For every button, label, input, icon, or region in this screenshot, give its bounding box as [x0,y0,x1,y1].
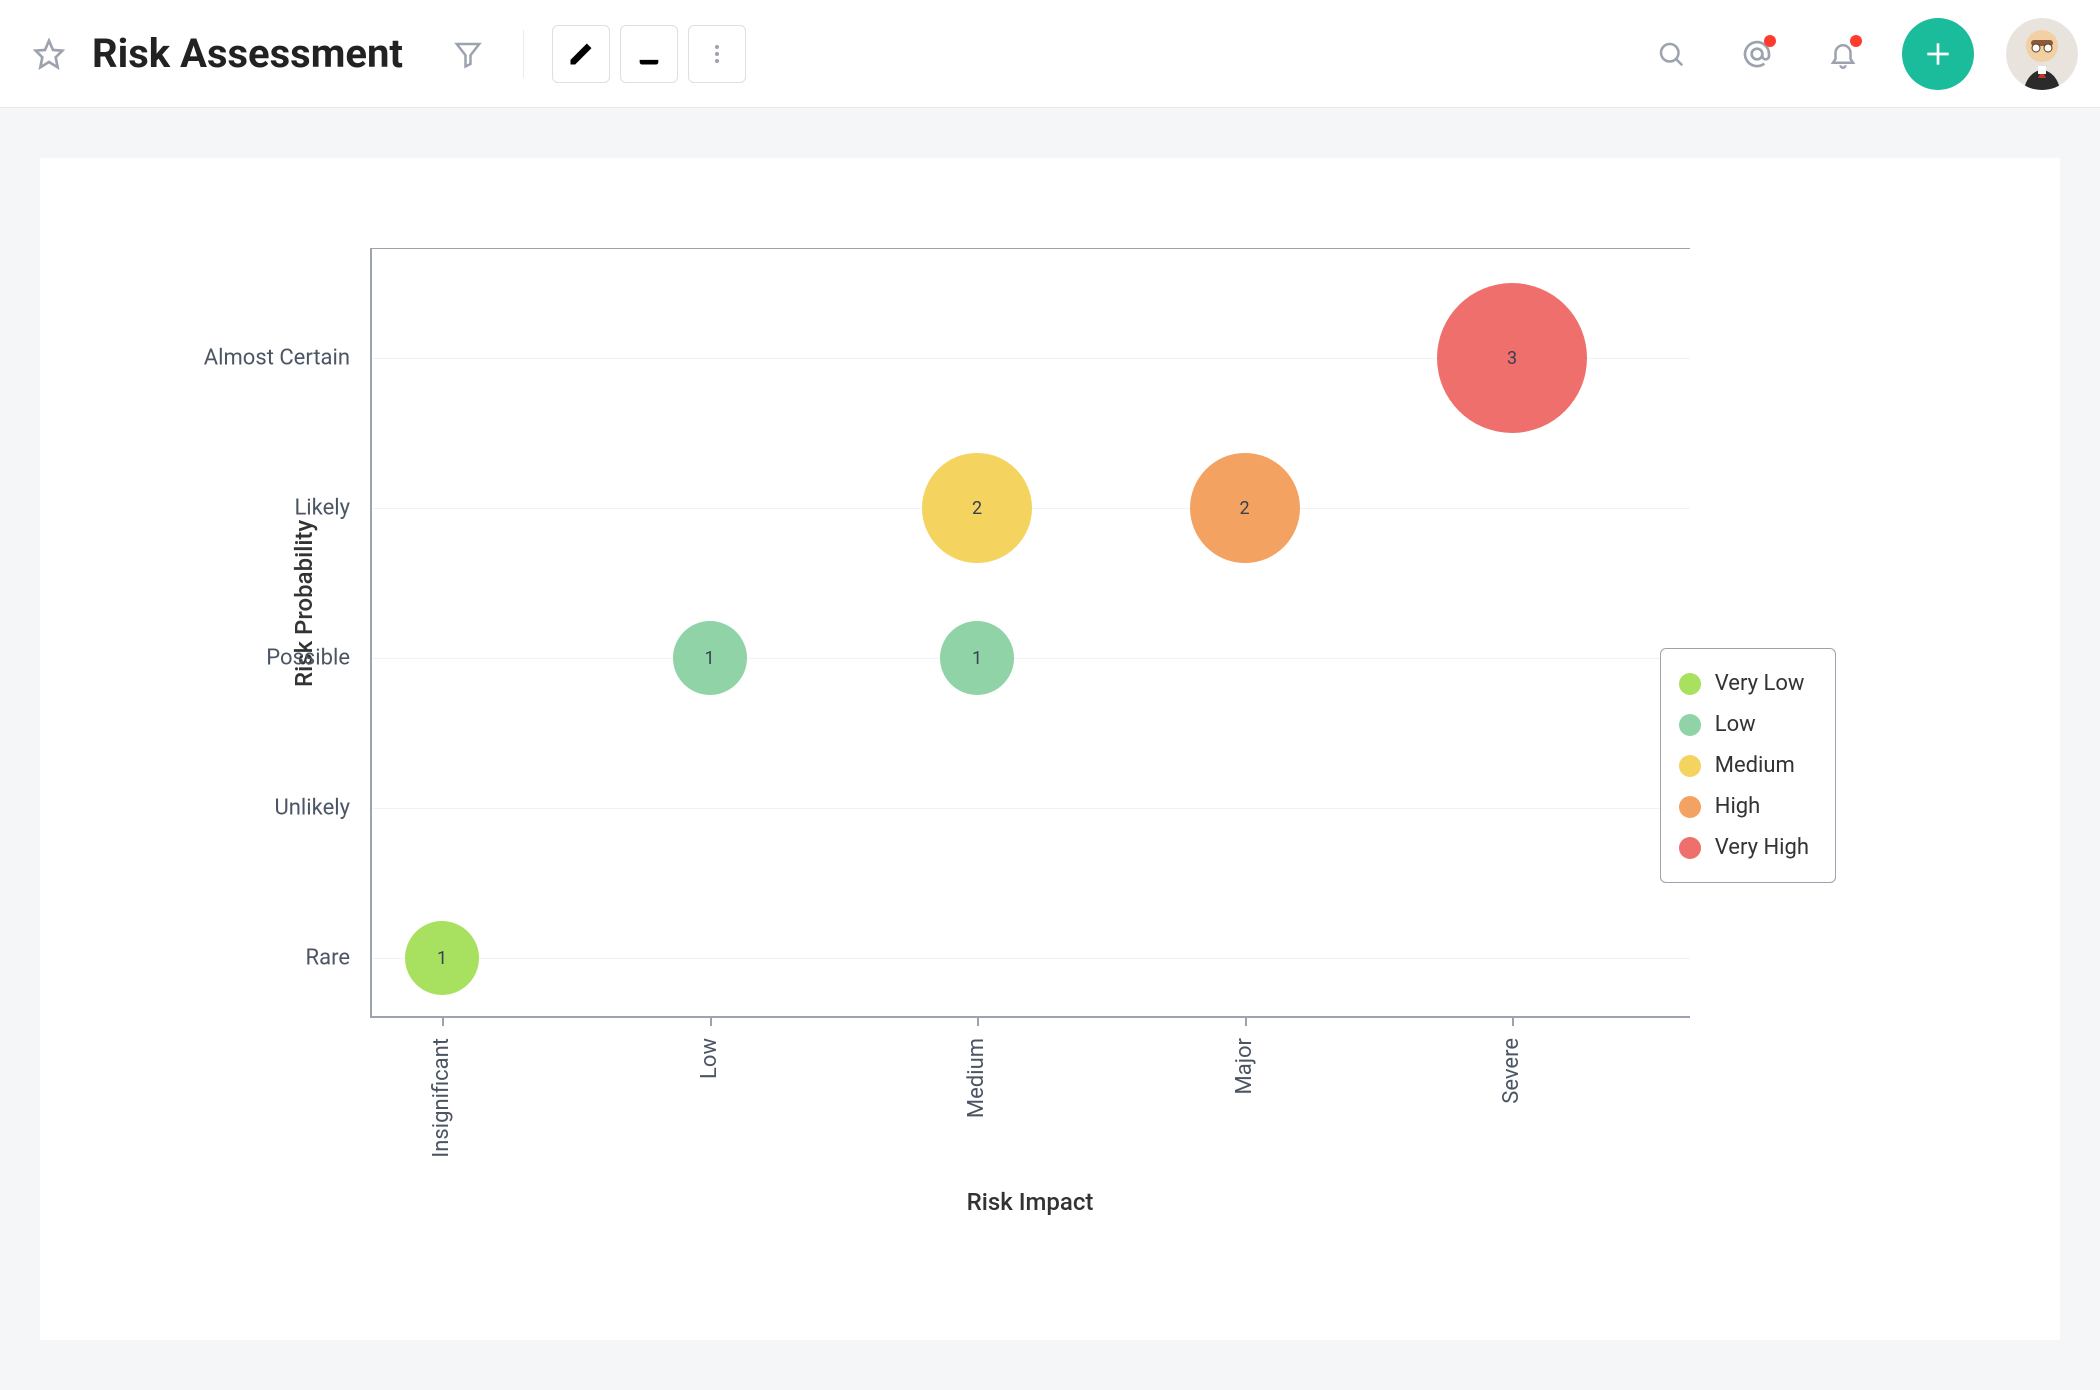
legend-label: Low [1715,712,1756,737]
filter-icon[interactable] [441,27,495,81]
y-tick-label: Rare [180,946,350,971]
legend-item[interactable]: Low [1679,704,1809,745]
x-axis-title: Risk Impact [370,1188,1690,1216]
y-axis-title: Risk Probability [290,218,318,988]
x-tick [1512,1016,1514,1026]
legend-swatch [1679,673,1701,695]
chart-legend: Very Low Low Medium High Very High [1660,648,1836,883]
y-tick-label: Almost Certain [180,346,350,371]
risk-bubble[interactable]: 1 [940,621,1014,695]
x-tick-label: Insignificant [429,1038,454,1158]
search-icon[interactable] [1644,27,1698,81]
x-tick [710,1016,712,1026]
risk-bubble[interactable]: 1 [673,621,747,695]
chart-card: Risk Probability 1 1 1 2 2 3 Rare Unlikely Poss… [40,158,2060,1340]
gridline [372,248,1690,249]
legend-label: Very Low [1715,671,1805,696]
y-tick-label: Likely [180,496,350,521]
legend-swatch [1679,714,1701,736]
x-tick [442,1016,444,1026]
star-icon[interactable] [22,27,76,81]
legend-swatch [1679,837,1701,859]
bell-icon[interactable] [1816,27,1870,81]
legend-label: High [1715,794,1761,819]
legend-item[interactable]: Medium [1679,745,1809,786]
plot-area: 1 1 1 2 2 3 [370,248,1690,1018]
legend-item[interactable]: Very Low [1679,663,1809,704]
legend-swatch [1679,755,1701,777]
risk-chart: Risk Probability 1 1 1 2 2 3 Rare Unlikely Poss… [180,218,1690,1218]
risk-bubble[interactable]: 2 [922,453,1032,563]
divider [523,30,524,78]
gridline [372,658,1690,659]
x-tick [977,1016,979,1026]
mentions-badge [1764,35,1776,47]
user-avatar[interactable] [2006,18,2078,90]
app-header: Risk Assessment [0,0,2100,108]
gridline [372,808,1690,809]
x-tick-label: Medium [964,1038,989,1118]
legend-item[interactable]: Very High [1679,827,1809,868]
x-tick-label: Severe [1499,1038,1524,1104]
x-tick-label: Low [697,1038,722,1079]
legend-swatch [1679,796,1701,818]
gridline [372,958,1690,959]
download-button[interactable] [620,25,678,83]
page-title: Risk Assessment [92,30,403,77]
legend-label: Very High [1715,835,1809,860]
risk-bubble[interactable]: 1 [405,921,479,995]
x-tick-label: Major [1232,1038,1257,1094]
workspace: Risk Probability 1 1 1 2 2 3 Rare Unlikely Poss… [0,108,2100,1390]
risk-bubble[interactable]: 2 [1190,453,1300,563]
y-tick-label: Unlikely [180,796,350,821]
mentions-icon[interactable] [1730,27,1784,81]
y-tick-label: Possible [180,646,350,671]
add-button[interactable] [1902,18,1974,90]
x-tick [1245,1016,1247,1026]
risk-bubble[interactable]: 3 [1437,283,1587,433]
edit-button[interactable] [552,25,610,83]
notifications-badge [1850,35,1862,47]
legend-label: Medium [1715,753,1795,778]
more-button[interactable] [688,25,746,83]
legend-item[interactable]: High [1679,786,1809,827]
